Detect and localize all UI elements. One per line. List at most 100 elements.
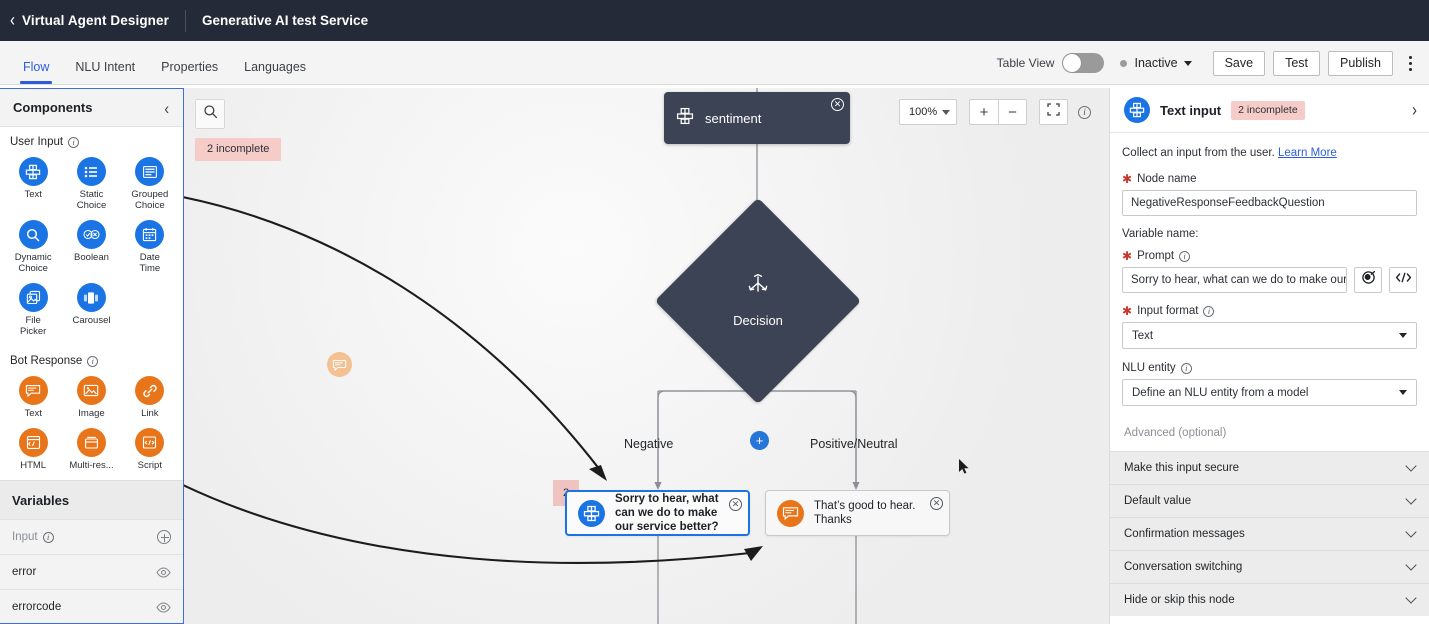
image-icon: [76, 376, 106, 405]
eye-icon[interactable]: [156, 566, 171, 578]
drag-ghost-text-response-icon: [327, 352, 352, 377]
canvas-search-button[interactable]: [195, 99, 225, 129]
variable-row[interactable]: error: [0, 554, 183, 589]
ai-assist-icon: [1361, 270, 1376, 290]
node-text: Sorry to hear, what can we do to make ou…: [615, 493, 719, 533]
status-label: Inactive: [1134, 56, 1178, 70]
close-circle-icon[interactable]: ✕: [930, 497, 943, 510]
label-text: Input format: [1137, 305, 1199, 317]
tab-flow[interactable]: Flow: [10, 60, 62, 85]
info-icon[interactable]: i: [87, 355, 99, 367]
flow-canvas[interactable]: 2 incomplete 100% + − i sentiment ✕ Deci…: [184, 88, 1109, 624]
component-text-input[interactable]: Text: [4, 155, 62, 214]
info-icon[interactable]: i: [1179, 250, 1191, 262]
grouped-choice-icon: [135, 157, 165, 186]
chevron-left-icon[interactable]: ‹: [164, 98, 169, 117]
info-icon[interactable]: i: [42, 531, 54, 543]
more-vertical-icon[interactable]: [1399, 50, 1421, 76]
component-label: Text: [24, 189, 42, 200]
accordion-default-value[interactable]: Default value: [1110, 484, 1429, 517]
components-body: User Input i Text Static Choice Grouped …: [0, 127, 183, 623]
tab-nlu-intent[interactable]: NLU Intent: [62, 60, 148, 85]
component-label: File Picker: [19, 315, 47, 337]
accordion-conversation-switching[interactable]: Conversation switching: [1110, 550, 1429, 583]
chevron-down-icon: [1405, 526, 1417, 538]
zoom-controls: 100% + − i: [899, 99, 1091, 125]
chevron-left-icon[interactable]: ‹: [10, 11, 15, 30]
add-node-button[interactable]: +: [750, 431, 769, 450]
prompt-label: ✱ Prompt i: [1122, 250, 1417, 262]
publish-button[interactable]: Publish: [1328, 50, 1393, 76]
incomplete-banner: 2 incomplete: [195, 138, 282, 161]
chevron-down-icon: [942, 109, 950, 115]
chevron-right-icon[interactable]: ›: [1412, 100, 1417, 120]
tab-languages[interactable]: Languages: [231, 60, 319, 85]
component-label: Multi-res...: [69, 460, 114, 471]
required-asterisk-icon: ✱: [1122, 249, 1133, 263]
node-sentiment[interactable]: sentiment ✕: [664, 92, 850, 144]
component-script[interactable]: Script: [121, 426, 179, 474]
component-html[interactable]: HTML: [4, 426, 62, 474]
component-date-time[interactable]: Date Time: [121, 218, 179, 277]
component-boolean[interactable]: Boolean: [62, 218, 120, 277]
info-icon[interactable]: i: [1078, 105, 1091, 119]
nlu-entity-label: NLU entity i: [1122, 362, 1417, 374]
status-dropdown[interactable]: Inactive: [1120, 56, 1192, 70]
ai-assist-button[interactable]: [1354, 267, 1382, 293]
close-circle-icon[interactable]: ✕: [831, 98, 844, 111]
file-picker-icon: [18, 283, 48, 312]
node-positive-response[interactable]: That’s good to hear. Thanks ✕: [765, 490, 950, 536]
accordion-label: Default value: [1124, 495, 1192, 507]
info-icon[interactable]: i: [1180, 362, 1192, 374]
variable-row[interactable]: errorcode: [0, 589, 183, 623]
chevron-down-icon: [1399, 390, 1407, 395]
input-format-label: ✱ Input format i: [1122, 305, 1417, 317]
tab-properties[interactable]: Properties: [148, 60, 231, 85]
required-asterisk-icon: ✱: [1122, 172, 1133, 186]
component-carousel[interactable]: Carousel: [62, 281, 120, 340]
save-button[interactable]: Save: [1212, 50, 1266, 76]
component-link[interactable]: Link: [121, 374, 179, 422]
properties-title: Text input: [1160, 102, 1222, 118]
component-image[interactable]: Image: [62, 374, 120, 422]
fit-screen-button[interactable]: [1039, 99, 1068, 125]
component-grouped-choice[interactable]: Grouped Choice: [121, 155, 179, 214]
carousel-icon: [76, 283, 106, 312]
accordion-hide-or-skip-node[interactable]: Hide or skip this node: [1110, 583, 1429, 616]
zoom-out-button[interactable]: −: [998, 99, 1027, 125]
info-icon[interactable]: i: [68, 136, 80, 148]
nlu-entity-select[interactable]: Define an NLU entity from a model: [1122, 379, 1417, 406]
component-label: Carousel: [72, 315, 111, 326]
page-title: Generative AI test Service: [201, 13, 369, 28]
link-icon: [135, 376, 165, 405]
zoom-level-select[interactable]: 100%: [899, 99, 957, 125]
toolbar: Table View Inactive Save Test Publish: [997, 41, 1421, 85]
node-name-field[interactable]: NegativeResponseFeedbackQuestion: [1122, 190, 1417, 216]
properties-panel: Text input 2 incomplete › Collect an inp…: [1109, 88, 1429, 624]
component-dynamic-choice[interactable]: Dynamic Choice: [4, 218, 62, 277]
component-file-picker[interactable]: File Picker: [4, 281, 62, 340]
component-static-choice[interactable]: Static Choice: [62, 155, 120, 214]
properties-description: Collect an input from the user. Learn Mo…: [1122, 147, 1417, 159]
node-negative-response[interactable]: Sorry to hear, what can we do to make ou…: [565, 490, 750, 536]
learn-more-link[interactable]: Learn More: [1278, 147, 1337, 159]
close-circle-icon[interactable]: ✕: [729, 498, 742, 511]
zoom-level-value: 100%: [909, 106, 938, 118]
prompt-row: Sorry to hear, what can we do to make ou…: [1122, 267, 1417, 293]
plus-circle-icon[interactable]: [157, 530, 171, 544]
zoom-in-button[interactable]: +: [969, 99, 998, 125]
prompt-field[interactable]: Sorry to hear, what can we do to make ou…: [1122, 267, 1347, 293]
component-text-response[interactable]: Text: [4, 374, 62, 422]
incomplete-badge: 2 incomplete: [1231, 100, 1305, 120]
table-view-toggle[interactable]: [1062, 53, 1105, 73]
static-choice-icon: [76, 157, 106, 186]
accordion-make-input-secure[interactable]: Make this input secure: [1110, 451, 1429, 484]
accordion-confirmation-messages[interactable]: Confirmation messages: [1110, 517, 1429, 550]
input-format-select[interactable]: Text: [1122, 322, 1417, 349]
app-name[interactable]: Virtual Agent Designer: [22, 13, 169, 28]
test-button[interactable]: Test: [1273, 50, 1320, 76]
info-icon[interactable]: i: [1203, 305, 1215, 317]
code-editor-button[interactable]: [1389, 267, 1417, 293]
eye-icon[interactable]: [156, 601, 171, 613]
component-multi-response[interactable]: Multi-res...: [62, 426, 120, 474]
